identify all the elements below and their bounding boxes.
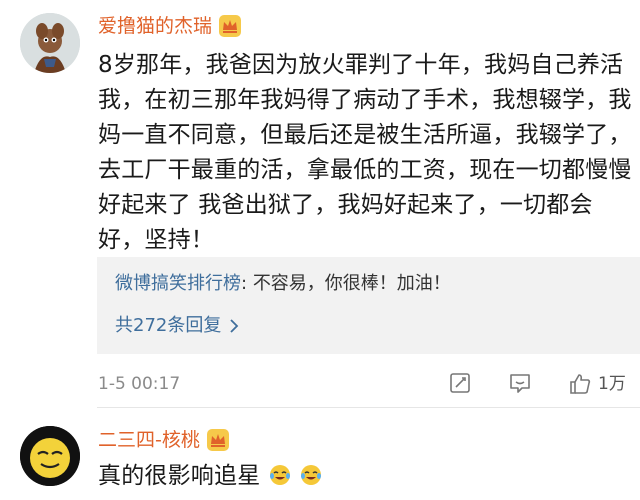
username[interactable]: 二三四-核桃 [98,426,200,454]
avatar-image [20,13,80,73]
crown-icon [219,15,242,37]
reply-username[interactable]: 微博搞笑排行榜 [115,273,241,294]
comment-item: 二三四-核桃 真的很影响追星 [0,418,640,500]
chevron-right-icon [230,319,239,333]
reply-count-label: 共272条回复 [115,315,222,336]
laugh-cry-emoji-icon [301,465,322,485]
laugh-cry-emoji-icon [269,465,290,485]
comment-text: 8岁那年，我爸因为放火罪判了十年，我妈自己养活我，在初三那年我妈得了病动了手术，… [98,52,632,253]
like-count: 1万 [598,374,626,394]
avatar[interactable] [20,13,80,73]
timestamp: 1-5 00:17 [98,374,181,394]
edit-icon [450,373,470,393]
username[interactable]: 爱撸猫的杰瑞 [98,12,212,40]
comment-text-row: 真的很影响追星 [98,459,638,494]
view-all-replies-link[interactable]: 共272条回复 [115,313,239,339]
comment-meta: 1-5 00:17 1万 [98,371,638,397]
thumbs-up-icon [570,374,591,394]
reply-preview[interactable]: 微博搞笑排行榜: 不容易，你很棒！加油！ 共272条回复 [97,257,640,354]
comment-icon [510,374,530,393]
comment-text: 真的很影响追星 [98,463,261,489]
edit-button[interactable] [448,371,472,399]
reply-text: 不容易，你很棒！加油！ [252,273,451,294]
username-row: 爱撸猫的杰瑞 [98,12,242,40]
reply-line: 微博搞笑排行榜: 不容易，你很棒！加油！ [115,271,451,297]
comment-item: 爱撸猫的杰瑞 8岁那年，我爸因为放火罪判了十年，我妈自己养活我，在初三那年我妈得… [0,0,640,408]
avatar[interactable] [20,426,80,486]
divider [97,407,640,408]
reply-button[interactable] [508,371,532,399]
like-button[interactable]: 1万 [568,371,626,397]
crown-icon [206,429,229,451]
reply-separator: : [241,273,248,294]
avatar-image [20,426,80,486]
username-row: 二三四-核桃 [98,426,230,454]
